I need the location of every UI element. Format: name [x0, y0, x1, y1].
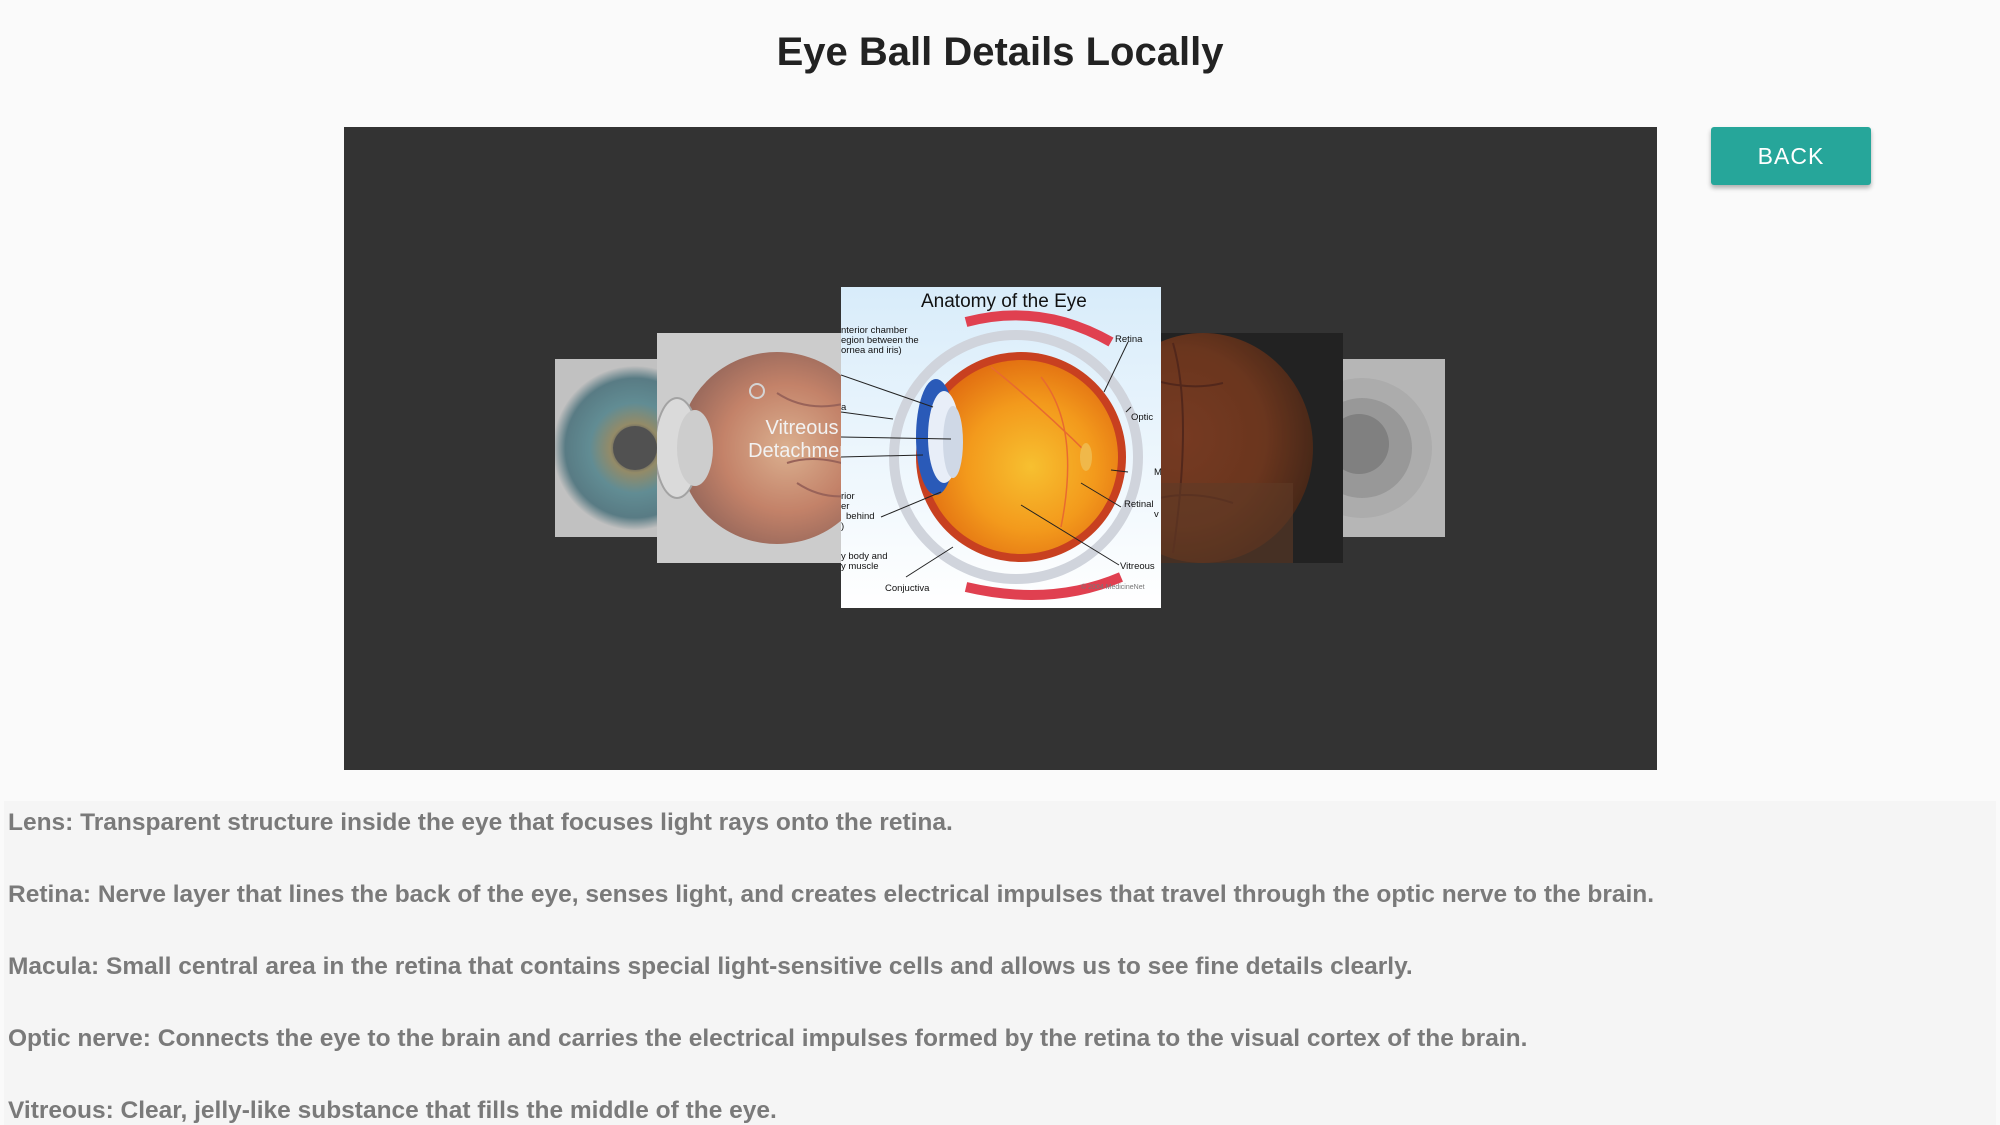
svg-text:Optic: Optic	[1131, 412, 1153, 423]
carousel-item-anatomy[interactable]: Anatomy of the Eye nterior chamber egion…	[841, 287, 1161, 608]
description-vitreous: Vitreous: Clear, jelly-like substance th…	[8, 1097, 777, 1124]
description-retina: Retina: Nerve layer that lines the back …	[8, 881, 1655, 908]
description-panel: Lens: Transparent structure inside the e…	[4, 801, 1996, 1125]
svg-text:y muscle: y muscle	[841, 561, 878, 572]
svg-text:Retinal: Retinal	[1124, 499, 1154, 510]
svg-text:© 2004 MedicineNet: © 2004 MedicineNet	[1081, 583, 1145, 591]
svg-text:Anatomy of the Eye: Anatomy of the Eye	[921, 291, 1087, 312]
description-macula: Macula: Small central area in the retina…	[8, 953, 1413, 980]
back-button[interactable]: BACK	[1711, 127, 1871, 185]
image-carousel[interactable]: Vitreous Detachment Anatomy of the Eye n…	[344, 127, 1657, 770]
svg-text:Conjuctiva: Conjuctiva	[885, 583, 930, 594]
svg-text:Vitreous: Vitreous	[1120, 561, 1155, 572]
svg-text:v: v	[1154, 509, 1159, 520]
svg-text:Retina: Retina	[1115, 334, 1143, 345]
svg-text:M: M	[1154, 467, 1161, 478]
description-lens: Lens: Transparent structure inside the e…	[8, 809, 953, 836]
svg-text:): )	[841, 521, 844, 532]
svg-text:ornea and iris): ornea and iris)	[841, 345, 902, 356]
description-optic-nerve: Optic nerve: Connects the eye to the bra…	[8, 1025, 1528, 1052]
anatomy-diagram: Anatomy of the Eye nterior chamber egion…	[841, 287, 1161, 608]
page-title: Eye Ball Details Locally	[776, 30, 1224, 74]
svg-text:a: a	[841, 402, 847, 413]
svg-text:behind: behind	[846, 511, 875, 522]
